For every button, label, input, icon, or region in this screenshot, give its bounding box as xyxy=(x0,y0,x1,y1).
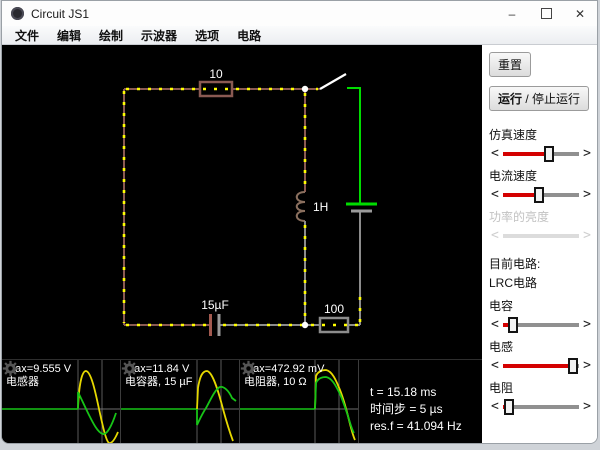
slider-right-arrow[interactable]: > xyxy=(581,147,593,160)
maximize-icon xyxy=(540,8,552,19)
slider-track xyxy=(502,233,580,238)
menu-scope[interactable]: 示波器 xyxy=(132,27,186,44)
slider-right-arrow[interactable]: > xyxy=(581,188,593,201)
desktop-background: Circuit JS1 – ✕ 文件 编辑 绘制 示波器 选项 电路 10 1H… xyxy=(0,0,600,450)
resistor-10-label: 10 xyxy=(209,67,223,81)
trace-current xyxy=(77,370,119,443)
circuitjs-window: Circuit JS1 – ✕ 文件 编辑 绘制 示波器 选项 电路 10 1H… xyxy=(1,0,598,444)
gear-icon[interactable] xyxy=(2,360,19,377)
slider-thumb[interactable] xyxy=(534,186,545,203)
trace-voltage xyxy=(196,386,237,426)
gear-icon[interactable] xyxy=(121,360,138,377)
resistance-slider[interactable]: < > xyxy=(489,398,593,415)
scope-resistor[interactable]: Max=472.92 mV 电阻器, 10 Ω xyxy=(240,360,359,443)
slider-thumb[interactable] xyxy=(503,398,514,415)
reset-button[interactable]: 重置 xyxy=(489,52,532,77)
slider-fill xyxy=(502,363,574,368)
menu-draw[interactable]: 绘制 xyxy=(90,27,132,44)
minimize-button[interactable]: – xyxy=(495,1,529,26)
capacitance-label: 电容 xyxy=(489,299,514,313)
trace-current xyxy=(196,370,234,442)
inductor-coil[interactable] xyxy=(295,191,306,222)
slider-left-arrow[interactable]: < xyxy=(489,147,501,160)
resistance-label: 电阻 xyxy=(489,381,514,395)
maximize-button[interactable] xyxy=(529,1,563,26)
circuit-canvas[interactable]: 10 1H 15µF 100 Max=9.555 V 电感器 Max=11.84… xyxy=(2,45,482,443)
inductance-slider[interactable]: < > xyxy=(489,357,593,374)
slider-track[interactable] xyxy=(502,357,580,374)
titlebar: Circuit JS1 – ✕ xyxy=(2,1,597,26)
current-speed-label: 电流速度 xyxy=(489,169,538,183)
slider-left-arrow[interactable]: < xyxy=(489,188,501,201)
power-brightness-label: 功率的亮度 xyxy=(489,210,550,224)
sim-speed-slider[interactable]: < > xyxy=(489,145,593,162)
slider-track[interactable] xyxy=(502,398,580,415)
close-button[interactable]: ✕ xyxy=(563,1,597,26)
slider-right-arrow[interactable]: > xyxy=(581,400,593,413)
menu-edit[interactable]: 编辑 xyxy=(48,27,90,44)
scope-component: 电阻器, 10 Ω xyxy=(244,376,307,388)
slider-left-arrow[interactable]: < xyxy=(489,359,501,372)
current-circuit-name: LRC电路 xyxy=(489,276,538,290)
circuit-drawing: 10 1H 15µF 100 xyxy=(122,67,377,336)
inductance-label: 电感 xyxy=(489,340,514,354)
slider-left-arrow[interactable]: < xyxy=(489,318,501,331)
current-speed-slider[interactable]: < > xyxy=(489,186,593,203)
sidebar: 重置 运行 / 停止运行 仿真速度 < > 电流速度 < > 功率的亮度 < >… xyxy=(482,45,597,443)
status-timestep: 时间步 = 5 µs xyxy=(370,402,443,416)
power-brightness-slider: < > xyxy=(489,228,593,243)
menubar: 文件 编辑 绘制 示波器 选项 电路 xyxy=(2,26,597,45)
node-bottom[interactable] xyxy=(301,321,309,329)
scope-component: 电容器, 15 µF xyxy=(125,376,193,388)
window-title: Circuit JS1 xyxy=(31,6,90,21)
slider-fill xyxy=(502,151,550,156)
app-icon xyxy=(11,7,24,20)
slider-thumb[interactable] xyxy=(507,316,518,333)
menu-file[interactable]: 文件 xyxy=(6,27,48,44)
menu-options[interactable]: 选项 xyxy=(186,27,228,44)
slider-track[interactable] xyxy=(502,145,580,162)
slider-left-arrow: < xyxy=(491,228,499,243)
status-resonant-freq: res.f = 41.094 Hz xyxy=(370,419,462,433)
scope-strip: Max=9.555 V 电感器 Max=11.84 V 电容器, 15 µF M… xyxy=(2,359,482,443)
menu-circuits[interactable]: 电路 xyxy=(228,27,270,44)
scope-capacitor[interactable]: Max=11.84 V 电容器, 15 µF xyxy=(121,360,240,443)
slider-thumb[interactable] xyxy=(544,145,555,162)
voltage-source[interactable] xyxy=(346,87,377,213)
status-time: t = 15.18 ms xyxy=(370,385,437,399)
slider-track[interactable] xyxy=(502,316,580,333)
slider-right-arrow[interactable]: > xyxy=(581,318,593,331)
window-controls: – ✕ xyxy=(495,1,597,26)
capacitor[interactable] xyxy=(209,314,221,336)
scope-component: 电感器 xyxy=(6,376,39,388)
slider-right-arrow: > xyxy=(583,228,591,243)
slider-right-arrow[interactable]: > xyxy=(581,359,593,372)
capacitor-label: 15µF xyxy=(201,298,229,312)
node-top[interactable] xyxy=(301,85,309,93)
inductor-label: 1H xyxy=(313,200,328,214)
slider-track[interactable] xyxy=(502,186,580,203)
gear-icon[interactable] xyxy=(240,360,257,377)
simulation-status: t = 15.18 ms 时间步 = 5 µs res.f = 41.094 H… xyxy=(359,360,482,443)
capacitance-slider[interactable]: < > xyxy=(489,316,593,333)
stop-label: / 停止运行 xyxy=(522,92,581,106)
wire-negative-segments[interactable] xyxy=(123,88,320,326)
resistor-100-label: 100 xyxy=(324,302,344,316)
slider-thumb[interactable] xyxy=(568,357,579,374)
sim-speed-label: 仿真速度 xyxy=(489,128,538,142)
switch-lever[interactable] xyxy=(319,73,347,90)
scope-inductor[interactable]: Max=9.555 V 电感器 xyxy=(2,360,121,443)
run-label: 运行 xyxy=(498,92,523,106)
run-stop-button[interactable]: 运行 / 停止运行 xyxy=(489,86,590,111)
current-circuit-caption: 目前电路: xyxy=(489,257,541,271)
slider-left-arrow[interactable]: < xyxy=(489,400,501,413)
